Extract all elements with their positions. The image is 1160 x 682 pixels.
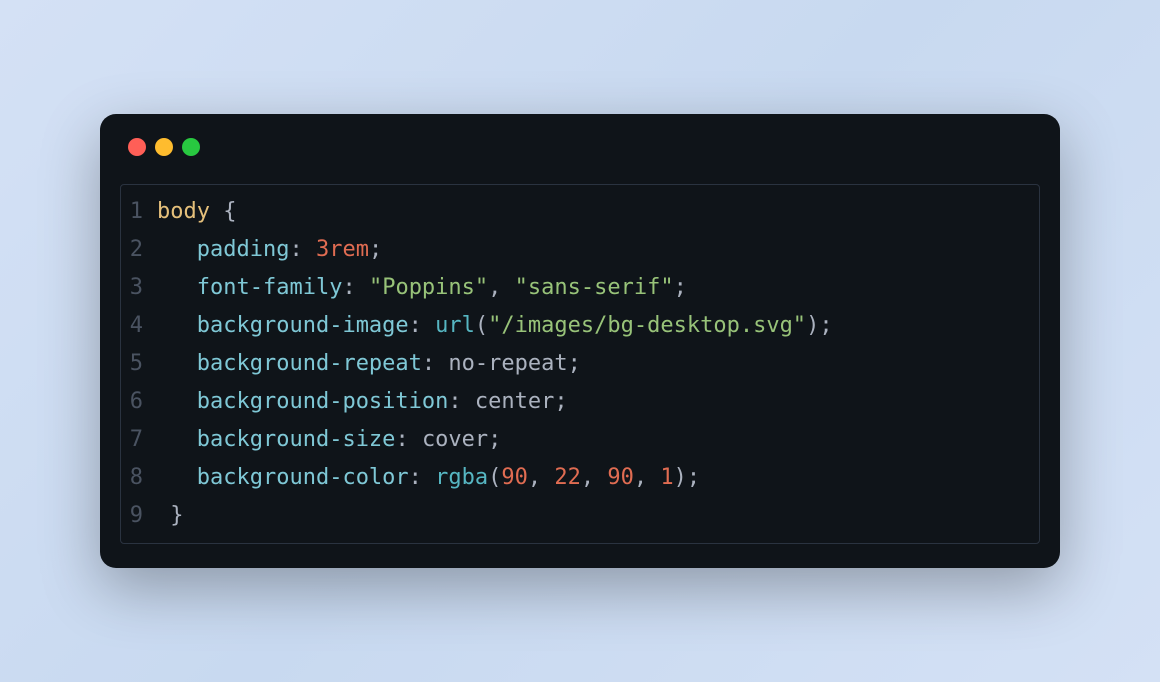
line-number: 7	[121, 421, 157, 459]
code-token: ;	[674, 275, 687, 300]
code-token: :	[409, 465, 436, 490]
code-token: ,	[581, 465, 608, 490]
code-token: :	[422, 351, 449, 376]
code-token: )	[674, 465, 687, 490]
line-number: 4	[121, 307, 157, 345]
maximize-icon[interactable]	[182, 138, 200, 156]
code-token: background-position	[197, 389, 449, 414]
code-token: "sans-serif"	[515, 275, 674, 300]
code-token: background-size	[197, 427, 396, 452]
line-number: 8	[121, 459, 157, 497]
code-token	[157, 427, 197, 452]
code-token: background-image	[197, 313, 409, 338]
code-token: ;	[687, 465, 700, 490]
code-token	[210, 199, 223, 224]
code-token: 90	[607, 465, 634, 490]
window-titlebar	[100, 114, 1060, 168]
code-token: "/images/bg-desktop.svg"	[488, 313, 806, 338]
code-token	[157, 237, 197, 262]
code-line: 8 background-color: rgba(90, 22, 90, 1);	[121, 459, 1039, 497]
code-token	[157, 275, 197, 300]
code-line: 9 }	[121, 497, 1039, 535]
line-content: background-size: cover;	[157, 421, 501, 459]
line-content: padding: 3rem;	[157, 231, 382, 269]
code-line: 3 font-family: "Poppins", "sans-serif";	[121, 269, 1039, 307]
line-content: background-position: center;	[157, 383, 568, 421]
line-content: }	[157, 497, 184, 535]
code-token	[157, 313, 197, 338]
code-token	[157, 465, 197, 490]
line-number: 2	[121, 231, 157, 269]
code-token: {	[223, 199, 236, 224]
code-token: ,	[634, 465, 661, 490]
code-token: :	[395, 427, 422, 452]
code-token: ;	[488, 427, 501, 452]
code-token: ;	[568, 351, 581, 376]
code-token: cover	[422, 427, 488, 452]
code-token: no-repeat	[448, 351, 567, 376]
code-line: 5 background-repeat: no-repeat;	[121, 345, 1039, 383]
code-token: :	[448, 389, 475, 414]
minimize-icon[interactable]	[155, 138, 173, 156]
code-token: font-family	[197, 275, 343, 300]
code-token: background-color	[197, 465, 409, 490]
code-token	[157, 389, 197, 414]
line-content: font-family: "Poppins", "sans-serif";	[157, 269, 687, 307]
code-token: padding	[197, 237, 290, 262]
code-token: 22	[554, 465, 581, 490]
code-token: :	[289, 237, 316, 262]
line-number: 5	[121, 345, 157, 383]
code-line: 7 background-size: cover;	[121, 421, 1039, 459]
code-token: ,	[488, 275, 515, 300]
code-token: (	[488, 465, 501, 490]
line-content: background-repeat: no-repeat;	[157, 345, 581, 383]
code-line: 6 background-position: center;	[121, 383, 1039, 421]
line-content: background-color: rgba(90, 22, 90, 1);	[157, 459, 700, 497]
code-token: 90	[501, 465, 528, 490]
code-token: ;	[819, 313, 832, 338]
code-token: 1	[660, 465, 673, 490]
code-line: 1body {	[121, 193, 1039, 231]
code-token: :	[409, 313, 436, 338]
code-token: ;	[554, 389, 567, 414]
code-token: "Poppins"	[369, 275, 488, 300]
code-line: 4 background-image: url("/images/bg-desk…	[121, 307, 1039, 345]
code-token	[157, 503, 170, 528]
code-editor[interactable]: 1body {2 padding: 3rem;3 font-family: "P…	[120, 184, 1040, 544]
code-token: body	[157, 199, 210, 224]
code-line: 2 padding: 3rem;	[121, 231, 1039, 269]
code-token	[157, 351, 197, 376]
code-token: url	[435, 313, 475, 338]
line-content: background-image: url("/images/bg-deskto…	[157, 307, 833, 345]
line-number: 6	[121, 383, 157, 421]
code-token: )	[806, 313, 819, 338]
code-token: ;	[369, 237, 382, 262]
line-content: body {	[157, 193, 236, 231]
code-token: (	[475, 313, 488, 338]
line-number: 9	[121, 497, 157, 535]
close-icon[interactable]	[128, 138, 146, 156]
code-token: ,	[528, 465, 555, 490]
line-number: 1	[121, 193, 157, 231]
line-number: 3	[121, 269, 157, 307]
code-token: rgba	[435, 465, 488, 490]
code-window: 1body {2 padding: 3rem;3 font-family: "P…	[100, 114, 1060, 568]
code-token: background-repeat	[197, 351, 422, 376]
code-token: 3rem	[316, 237, 369, 262]
code-token: center	[475, 389, 554, 414]
code-token: :	[342, 275, 369, 300]
code-token: }	[170, 503, 183, 528]
